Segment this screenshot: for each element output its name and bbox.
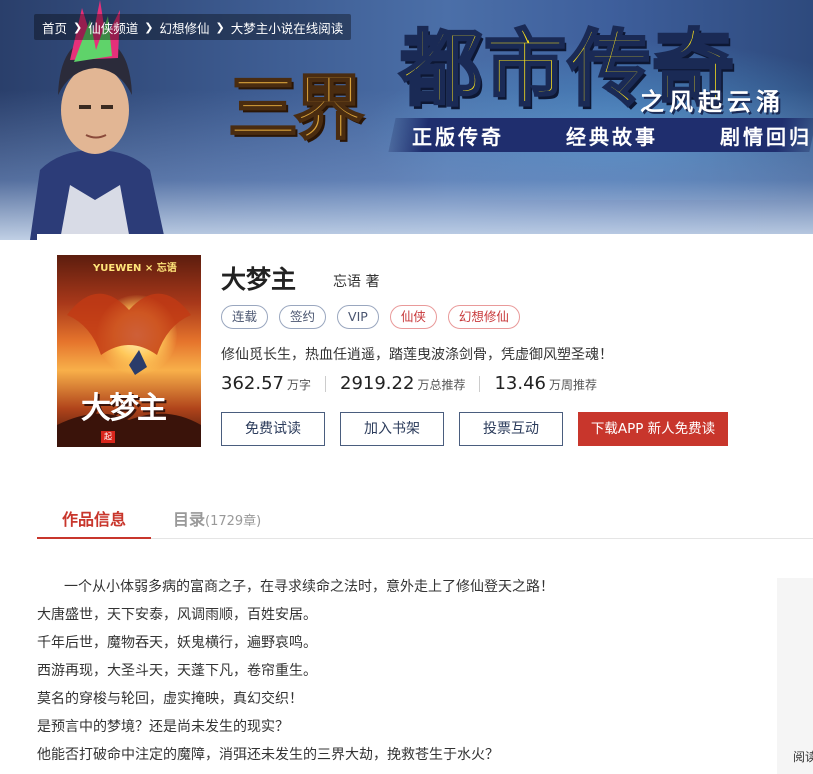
divider: [479, 375, 481, 392]
category-tag-fantasy-cultivation[interactable]: 幻想修仙: [447, 305, 520, 329]
banner-tags: 正版传奇 经典故事 剧情回归: [412, 121, 812, 150]
content-tabs: 作品信息 目录(1729章): [37, 500, 813, 539]
vote-button[interactable]: 投票互动: [459, 412, 563, 446]
cover-title: 大梦主: [81, 391, 167, 426]
add-to-shelf-button[interactable]: 加入书架: [340, 412, 444, 446]
total-recommend: 2919.22: [340, 373, 415, 394]
chapter-count: (1729章): [205, 514, 262, 529]
status-tag-serializing: 连载: [221, 305, 269, 329]
synopsis-line: 大唐盛世，天下安泰，风调雨顺，百姓安居。: [37, 607, 317, 623]
side-read-label[interactable]: 阅读: [793, 748, 813, 765]
cover-badge: 起: [101, 431, 115, 443]
breadcrumb-category-link[interactable]: 幻想修仙: [159, 18, 209, 37]
synopsis-line: 是预言中的梦境？还是尚未发生的现实？: [37, 719, 289, 735]
download-app-button[interactable]: 下载APP 新人免费读: [578, 412, 728, 446]
tab-book-info[interactable]: 作品信息: [37, 506, 151, 539]
book-intro: 修仙觅长生，热血任逍遥，踏莲曳波涤剑骨，凭虚御风塑圣魂！: [221, 347, 613, 363]
action-buttons: 免费试读 加入书架 投票互动 下载APP 新人免费读: [221, 412, 728, 446]
category-tag-xianxia[interactable]: 仙侠: [389, 305, 437, 329]
tab-toc-label: 目录: [173, 510, 206, 529]
chevron-right-icon: ❯: [215, 20, 225, 34]
total-recommend-unit: 万总推荐: [417, 378, 466, 392]
breadcrumb-current: 大梦主小说在线阅读: [230, 20, 344, 36]
banner-tag: 正版传奇: [412, 125, 504, 149]
divider: [325, 375, 326, 392]
weekly-recommend: 13.46: [494, 373, 546, 394]
banner-logo: 三界: [227, 65, 365, 150]
book-stats: 362.57 万字 2919.22 万总推荐 13.46 万周推荐: [221, 373, 597, 394]
banner-subtitle: 之风起云涌: [640, 88, 785, 116]
synopsis-line: 千年后世，魔物吞天，妖鬼横行，遍野哀鸣。: [37, 635, 317, 651]
chevron-right-icon: ❯: [73, 20, 83, 34]
free-trial-button[interactable]: 免费试读: [221, 412, 325, 446]
word-count: 362.57: [221, 373, 284, 394]
book-cover[interactable]: YUEWEN × 忘语 大梦主 起: [57, 255, 201, 447]
book-info-card: YUEWEN × 忘语 大梦主 起 大梦主 忘语 著 连载 签约 VIP 仙侠 …: [37, 234, 813, 469]
breadcrumb-channel-link[interactable]: 仙侠频道: [88, 18, 138, 37]
synopsis-line: 莫名的穿梭与轮回，虚实掩映，真幻交织！: [37, 691, 303, 707]
synopsis-line: 西游再现，大圣斗天，天蓬下凡，卷帘重生。: [37, 663, 317, 679]
banner-tag: 剧情回归: [720, 125, 812, 149]
side-panel: 阅读: [777, 578, 813, 774]
word-count-unit: 万字: [286, 378, 311, 392]
tab-book-info-label: 作品信息: [61, 510, 126, 529]
breadcrumb: 首页 ❯ 仙侠频道 ❯ 幻想修仙 ❯ 大梦主小说在线阅读: [34, 14, 352, 40]
status-tag-signed: 签约: [279, 305, 327, 329]
chevron-right-icon: ❯: [144, 20, 154, 34]
book-title: 大梦主: [221, 265, 297, 294]
book-synopsis: 一个从小体弱多病的富商之子，在寻求续命之法时，意外走上了修仙登天之路！ 大唐盛世…: [37, 576, 737, 772]
breadcrumb-home-link[interactable]: 首页: [42, 18, 67, 37]
book-tags: 连载 签约 VIP 仙侠 幻想修仙: [221, 305, 520, 329]
weekly-recommend-unit: 万周推荐: [548, 378, 597, 392]
book-author[interactable]: 忘语 著: [333, 271, 379, 291]
banner-tag: 经典故事: [566, 125, 658, 149]
tab-table-of-contents[interactable]: 目录(1729章): [173, 506, 261, 539]
synopsis-line: 一个从小体弱多病的富商之子，在寻求续命之法时，意外走上了修仙登天之路！: [64, 579, 554, 595]
synopsis-line: 他能否打破命中注定的魔障，消弭还未发生的三界大劫，挽救苍生于水火？: [37, 747, 499, 763]
status-tag-vip: VIP: [337, 305, 379, 329]
